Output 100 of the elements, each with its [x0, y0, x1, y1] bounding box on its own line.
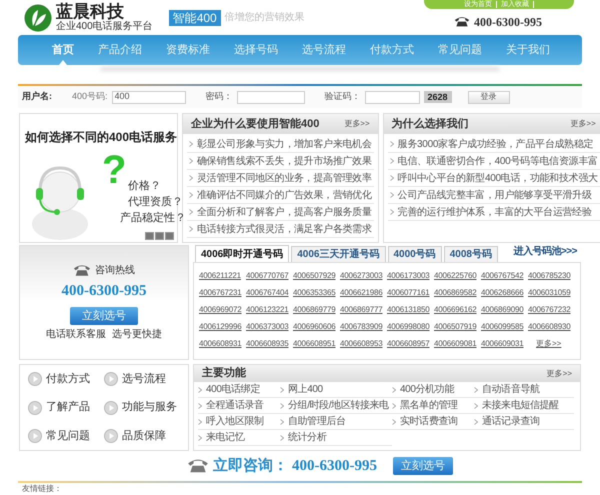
- phone-number-link[interactable]: 4006353365: [293, 284, 340, 301]
- phone-number-link[interactable]: 4006608953: [340, 335, 387, 352]
- phone-number-link[interactable]: 4006998080: [387, 318, 434, 335]
- phone-number-link[interactable]: 4006609081: [434, 335, 481, 352]
- list-link[interactable]: 全面分析和了解客户，提高客户服务质量: [197, 204, 372, 220]
- feature-link[interactable]: 来电记忆: [206, 430, 244, 445]
- number-pool-link[interactable]: 进入号码池>>>: [513, 244, 577, 259]
- phone-number-link[interactable]: 4006621986: [340, 284, 387, 301]
- chevron-icon: [189, 192, 194, 198]
- phone-number-link[interactable]: 4006077161: [387, 284, 434, 301]
- phone-number-link[interactable]: 4006173003: [387, 267, 434, 284]
- feature-link[interactable]: 自动语音导航: [482, 382, 540, 397]
- feature-link[interactable]: 统计分析: [288, 430, 326, 445]
- more-link[interactable]: 更多>>: [546, 368, 572, 380]
- list-link[interactable]: 准确评估不同媒介的广告效果，营销优化: [197, 188, 372, 202]
- more-link[interactable]: 更多>>: [344, 118, 370, 130]
- phone-number-link[interactable]: 4006273003: [340, 267, 387, 284]
- phone-number-link[interactable]: 4006225760: [434, 267, 481, 284]
- feature-link[interactable]: 网上400: [288, 382, 323, 397]
- phone-number-link[interactable]: 4006608951: [293, 335, 340, 352]
- list-link[interactable]: 公司产品线完整丰富，用户能够享受平滑升级: [398, 188, 592, 202]
- login-button[interactable]: 登录: [468, 90, 510, 104]
- phone-number-link[interactable]: 4006869777: [340, 301, 387, 318]
- number-input[interactable]: 400: [112, 90, 186, 104]
- selected-pointer-icon: [59, 60, 67, 65]
- phone-number-link[interactable]: 4006960606: [293, 318, 340, 335]
- phone-number-link[interactable]: 4006373003: [246, 318, 293, 335]
- feature-link[interactable]: 400电话绑定: [206, 382, 260, 397]
- feature-link[interactable]: 未接来电短信提醒: [482, 398, 559, 413]
- chevron-icon: [198, 418, 202, 424]
- quick-link[interactable]: 功能与服务: [104, 399, 180, 416]
- brand-name: 蓝晨科技: [56, 3, 125, 20]
- list-link[interactable]: 服务3000家客户成功经验，产品平台成熟稳定: [398, 136, 594, 152]
- more-link[interactable]: 更多>>: [536, 335, 575, 352]
- chevron-icon: [390, 209, 394, 215]
- list-link[interactable]: 电信、联通密切合作，400号码等电信资源丰富: [398, 154, 598, 168]
- captcha-input[interactable]: [364, 90, 420, 104]
- phone-number-link[interactable]: 4006696162: [434, 301, 481, 318]
- phone-number-link[interactable]: 4006869582: [434, 284, 481, 301]
- list-link[interactable]: 呼叫中心平台的新型400电话，功能和技术强大: [398, 170, 598, 186]
- number-tab[interactable]: 4000号码: [388, 246, 442, 262]
- phone-number-link[interactable]: 4006211221: [199, 267, 246, 284]
- feature-link[interactable]: 黑名单的管理: [400, 398, 458, 413]
- phone-number-link[interactable]: 4006507929: [293, 267, 340, 284]
- list-link[interactable]: 完善的运行维护体系，丰富的大平台运营经验: [398, 204, 592, 220]
- phone-number-link[interactable]: 4006131850: [387, 301, 434, 318]
- list-link[interactable]: 灵活管理不同地区的业务，提高管理效率: [197, 170, 372, 186]
- phone-number-link[interactable]: 4006099585: [481, 318, 528, 335]
- password-input[interactable]: [236, 90, 305, 104]
- play-icon: [28, 372, 42, 386]
- phone-number-link[interactable]: 4006608957: [387, 335, 434, 352]
- hotline-phone: 400-6300-995: [62, 282, 146, 302]
- phone-number-link[interactable]: 4006608935: [246, 335, 293, 352]
- chevron-icon: [280, 386, 284, 392]
- list-link[interactable]: 电话转接方式很灵活，满足客户各类需求: [197, 222, 372, 236]
- phone-number-link[interactable]: 4006767232: [528, 301, 575, 318]
- slogan: 倍增您的营销效果: [224, 10, 305, 25]
- quick-link[interactable]: 常见问题: [28, 428, 104, 444]
- panel-title: 企业为什么要使用智能400: [191, 116, 320, 132]
- user-label: 用户名:: [22, 90, 52, 104]
- phone-number-link[interactable]: 4006969072: [199, 301, 246, 318]
- phone-number-link[interactable]: 4006507919: [434, 318, 481, 335]
- phone-number-link[interactable]: 4006767231: [199, 284, 246, 301]
- phone-number-link[interactable]: 4006031059: [528, 284, 575, 301]
- feature-link[interactable]: 通话记录查询: [482, 414, 540, 429]
- consult-label: 立即咨询：: [213, 456, 288, 476]
- number-tab[interactable]: 4006即时开通号码: [195, 245, 290, 262]
- feature-link[interactable]: 400分机功能: [400, 382, 454, 397]
- more-link[interactable]: 更多>>: [570, 118, 596, 130]
- feature-link[interactable]: 呼入地区限制: [206, 414, 264, 429]
- list-link[interactable]: 确保销售线索不丢失，提升市场推广效果: [197, 154, 372, 168]
- phone-number-link[interactable]: 4006268666: [481, 284, 528, 301]
- phone-number-link[interactable]: 4006609031: [481, 335, 528, 352]
- hotline-note: 电话联系客服 选号更快捷: [46, 328, 162, 342]
- phone-number-link[interactable]: 4006123221: [246, 301, 293, 318]
- phone-number-link[interactable]: 4006608930: [528, 318, 575, 335]
- phone-number-link[interactable]: 4006869090: [481, 301, 528, 318]
- phone-number-link[interactable]: 4006785230: [528, 267, 575, 284]
- phone-number-link[interactable]: 4006783909: [340, 318, 387, 335]
- phone-number-link[interactable]: 4006767542: [481, 267, 528, 284]
- chevron-icon: [189, 158, 194, 164]
- list-link[interactable]: 彰显公司形象与实力，增加客户来电机会: [197, 136, 372, 152]
- number-tab[interactable]: 4008号码: [444, 246, 498, 262]
- question-text: 代理资质？: [128, 195, 184, 209]
- number-tab[interactable]: 4006三天开通号码: [291, 246, 386, 262]
- telephone-icon: [454, 16, 470, 28]
- quick-link[interactable]: 了解产品: [28, 399, 104, 416]
- phone-number-link[interactable]: 4006770767: [246, 267, 293, 284]
- quick-link[interactable]: 品质保障: [104, 428, 180, 444]
- phone-number-link[interactable]: 4006129996: [199, 318, 246, 335]
- quick-link[interactable]: 付款方式: [28, 370, 104, 388]
- chevron-icon: [390, 158, 394, 164]
- feature-link[interactable]: 自助管理后台: [288, 414, 346, 429]
- phone-number-link[interactable]: 4006767404: [246, 284, 293, 301]
- feature-link[interactable]: 分组/时段/地区转接来电: [288, 398, 389, 413]
- phone-number-link[interactable]: 4006869779: [293, 301, 340, 318]
- feature-link[interactable]: 实时话费查询: [400, 414, 458, 429]
- phone-number-link[interactable]: 4006608931: [199, 335, 246, 352]
- quick-link[interactable]: 选号流程: [104, 370, 180, 388]
- feature-link[interactable]: 全程通话录音: [206, 398, 264, 413]
